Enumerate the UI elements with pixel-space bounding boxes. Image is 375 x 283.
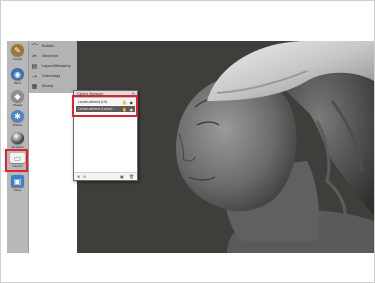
submenu-label: Selection [42, 54, 59, 58]
stamp-small-icon: ▦ [31, 82, 38, 90]
layer-rows-highlight [72, 95, 138, 117]
save-icon: ▣ [11, 175, 24, 187]
app-window: ✎ Sculpt ◉ Paint ◆ Shape ✱ Stamp Shaders… [0, 0, 375, 283]
toolbar-highlight [5, 149, 28, 172]
brush-icon: ✎ [11, 44, 24, 56]
tool-label: Stamp [12, 123, 23, 127]
add-layer-icon[interactable]: ⊕ [77, 174, 80, 179]
tool-submenu: ⌒ Subdiv ✂ Selection ▤ Layout/Retoping ⇢… [29, 41, 78, 93]
shape-icon: ◆ [11, 90, 24, 102]
tool-label: Paint [13, 81, 22, 85]
shape-tool[interactable]: ◆ Shape [8, 89, 27, 111]
submenu-item-overdrags[interactable]: ⇢ Overdrags [31, 71, 76, 81]
overdrags-icon: ⇢ [31, 72, 38, 80]
tool-label: Sculpt [12, 57, 23, 61]
tool-label: Save [13, 188, 22, 192]
save-tool[interactable]: ▣ Save [8, 174, 27, 196]
submenu-label: Overdrags [42, 74, 61, 78]
submenu-item-layout[interactable]: ▤ Layout/Retoping [31, 61, 76, 71]
submenu-label: Layout/Retoping [42, 64, 71, 68]
trash-icon[interactable]: 🗑 [129, 174, 134, 179]
submenu-item-stamp[interactable]: ▦ Stamp [31, 81, 76, 91]
copy-icon[interactable]: ▣ [120, 174, 124, 179]
submenu-label: Stamp [42, 84, 54, 88]
submenu-item-selection[interactable]: ✂ Selection [31, 51, 76, 61]
stamp-icon: ✱ [11, 110, 24, 122]
panel-footer: ⊕ ⊖ ▣ 🗑 [74, 172, 137, 180]
stamp-tool[interactable]: ✱ Stamp [8, 109, 27, 131]
selection-icon: ✂ [31, 52, 38, 60]
subdivide-icon: ⌒ [31, 43, 38, 51]
material-sphere-icon [11, 132, 24, 144]
left-toolbar: ✎ Sculpt ◉ Paint ◆ Shape ✱ Stamp Shaders… [7, 41, 29, 253]
sculpt-tool[interactable]: ✎ Sculpt [8, 43, 27, 65]
paint-tool[interactable]: ◉ Paint [8, 67, 27, 89]
submenu-item-subdiv[interactable]: ⌒ Subdiv [31, 41, 76, 51]
duplicate-icon[interactable]: ⊖ [83, 174, 86, 179]
tool-label: Shape [12, 103, 23, 107]
layout-icon: ▤ [31, 62, 38, 70]
paint-icon: ◉ [11, 68, 24, 80]
submenu-label: Subdiv [42, 44, 54, 48]
